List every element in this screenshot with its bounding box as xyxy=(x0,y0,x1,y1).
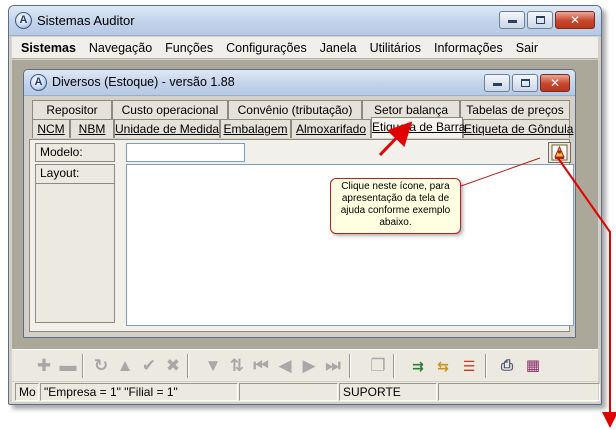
main-window-controls: ✕ xyxy=(499,11,595,29)
menubar: Sistemas Navegação Funções Configurações… xyxy=(12,37,598,59)
child-close-button[interactable]: ✕ xyxy=(540,74,570,92)
tab-unidade-label: Unidade de Medida xyxy=(115,122,220,136)
status-mode: Mo xyxy=(15,383,39,401)
import-icon[interactable]: ⇆ xyxy=(432,355,454,377)
tab-ncm-label: NCM xyxy=(37,122,65,136)
maximize-icon xyxy=(521,79,530,87)
main-titlebar[interactable]: A Sistemas Auditor ✕ xyxy=(9,6,601,36)
child-window-controls: ✕ xyxy=(484,74,570,92)
menu-configuracoes[interactable]: Configurações xyxy=(226,41,307,55)
menu-sistemas[interactable]: Sistemas xyxy=(21,41,76,55)
refresh-icon[interactable]: ↻ xyxy=(90,355,112,377)
tab-etiqueta-barra-label: Etiqueta de Barra xyxy=(372,120,466,134)
tab-panel-etiqueta-de-barra: Modelo: Layout: xyxy=(29,139,574,332)
status-empty-2 xyxy=(438,383,600,401)
check-icon[interactable]: ✔ xyxy=(138,355,160,377)
help-button[interactable] xyxy=(548,142,571,163)
next-record-icon[interactable]: ▶ xyxy=(298,355,320,377)
minus-icon[interactable]: ▬ xyxy=(57,355,79,377)
toolbar-separator xyxy=(82,354,84,378)
previous-record-icon[interactable]: ◀ xyxy=(274,355,296,377)
tab-custo-operacional[interactable]: Custo operacional xyxy=(112,100,228,119)
minimize-icon xyxy=(508,20,517,23)
app-logo-icon: A xyxy=(15,12,32,29)
up-triangle-icon[interactable]: ▲ xyxy=(114,355,136,377)
tab-almoxarifado-label: Almoxarifado xyxy=(295,122,367,136)
mdi-client-area: A Diversos (Estoque) - versão 1.88 ✕ Rep… xyxy=(12,60,598,362)
statusbar: Mo "Empresa = 1" "Filial = 1" SUPORTE xyxy=(12,382,600,402)
minimize-icon xyxy=(493,83,502,86)
modelo-input[interactable] xyxy=(126,143,245,162)
toolbar-separator xyxy=(349,354,351,378)
close-button[interactable]: ✕ xyxy=(555,11,595,29)
last-record-icon[interactable]: ⏭ xyxy=(322,355,344,377)
status-empresa-filial: "Empresa = 1" "Filial = 1" xyxy=(40,383,238,401)
child-titlebar[interactable]: A Diversos (Estoque) - versão 1.88 ✕ xyxy=(24,70,575,96)
copy-icon[interactable]: ❐ xyxy=(367,355,389,377)
tab-unidade-de-medida[interactable]: Unidade de Medida xyxy=(114,119,220,138)
first-record-icon[interactable]: ⏮ xyxy=(250,355,272,377)
filter-icon[interactable]: ▼ xyxy=(202,355,224,377)
menu-janela[interactable]: Janela xyxy=(320,41,357,55)
plus-icon[interactable]: ✚ xyxy=(33,355,55,377)
menu-informacoes[interactable]: Informações xyxy=(434,41,503,55)
tab-nbm-label: NBM xyxy=(78,122,106,136)
child-maximize-button[interactable] xyxy=(512,74,538,92)
tab-almoxarifado[interactable]: Almoxarifado xyxy=(291,119,371,138)
main-window: A Sistemas Auditor ✕ Sistemas Navegação … xyxy=(8,5,602,405)
menu-sair[interactable]: Sair xyxy=(516,41,538,55)
status-user: SUPORTE xyxy=(339,383,437,401)
child-minimize-button[interactable] xyxy=(484,74,510,92)
tab-etiqueta-de-barra[interactable]: Etiqueta de Barra xyxy=(371,117,466,138)
export-icon[interactable]: ⇉ xyxy=(407,355,429,377)
child-window-title: Diversos (Estoque) - versão 1.88 xyxy=(52,75,235,89)
menu-navegacao[interactable]: Navegação xyxy=(89,41,152,55)
toolbar-separator xyxy=(187,354,189,378)
tab-row-front: NCM NBM Unidade de Medida Embalagem Almo… xyxy=(28,117,574,138)
tab-tabelas-precos[interactable]: Tabelas de preços xyxy=(460,100,570,119)
cancel-x-icon[interactable]: ✖ xyxy=(162,355,184,377)
tab-etiqueta-de-gondula[interactable]: Etiqueta de Gôndula xyxy=(463,119,574,138)
child-logo-icon: A xyxy=(30,74,47,91)
minimize-button[interactable] xyxy=(499,11,525,29)
tab-row-back: Repositor Custo operacional Convênio (tr… xyxy=(28,100,571,119)
close-icon: ✕ xyxy=(569,13,581,27)
tab-nbm[interactable]: NBM xyxy=(70,119,114,138)
tab-embalagem[interactable]: Embalagem xyxy=(220,119,291,138)
menu-funcoes[interactable]: Funções xyxy=(165,41,213,55)
tab-convenio-tributacao[interactable]: Convênio (tributação) xyxy=(228,100,362,119)
maximize-button[interactable] xyxy=(527,11,553,29)
maximize-icon xyxy=(536,16,545,24)
child-window: A Diversos (Estoque) - versão 1.88 ✕ Rep… xyxy=(23,69,576,338)
toolbar-separator xyxy=(485,354,487,378)
navigation-toolbar: ✚ ▬ ↻ ▲ ✔ ✖ ▼ ⇅ ⏮ ◀ ▶ ⏭ ❐ ⇉ ⇆ ☰ ⎙ ▦ xyxy=(12,349,598,381)
modelo-label: Modelo: xyxy=(35,143,115,162)
list-icon[interactable]: ☰ xyxy=(458,355,480,377)
menu-utilitarios[interactable]: Utilitários xyxy=(370,41,421,55)
tab-ncm[interactable]: NCM xyxy=(32,119,70,138)
status-empty-1 xyxy=(239,383,338,401)
layout-label-column: Layout: xyxy=(35,164,115,323)
help-callout: Clique neste ícone, para apresentação da… xyxy=(330,178,461,234)
toolbar-separator xyxy=(393,354,395,378)
tab-etiqueta-gondula-label: Etiqueta de Gôndula xyxy=(464,122,574,136)
help-icon xyxy=(551,144,568,161)
main-window-title: Sistemas Auditor xyxy=(37,13,135,28)
calendar-icon[interactable]: ▦ xyxy=(522,355,544,377)
tab-repositor[interactable]: Repositor xyxy=(32,100,112,119)
print-icon[interactable]: ⎙ xyxy=(496,355,518,377)
close-icon: ✕ xyxy=(549,76,561,90)
sort-icon[interactable]: ⇅ xyxy=(226,355,248,377)
tab-embalagem-label: Embalagem xyxy=(223,122,288,136)
layout-label: Layout: xyxy=(36,165,114,184)
